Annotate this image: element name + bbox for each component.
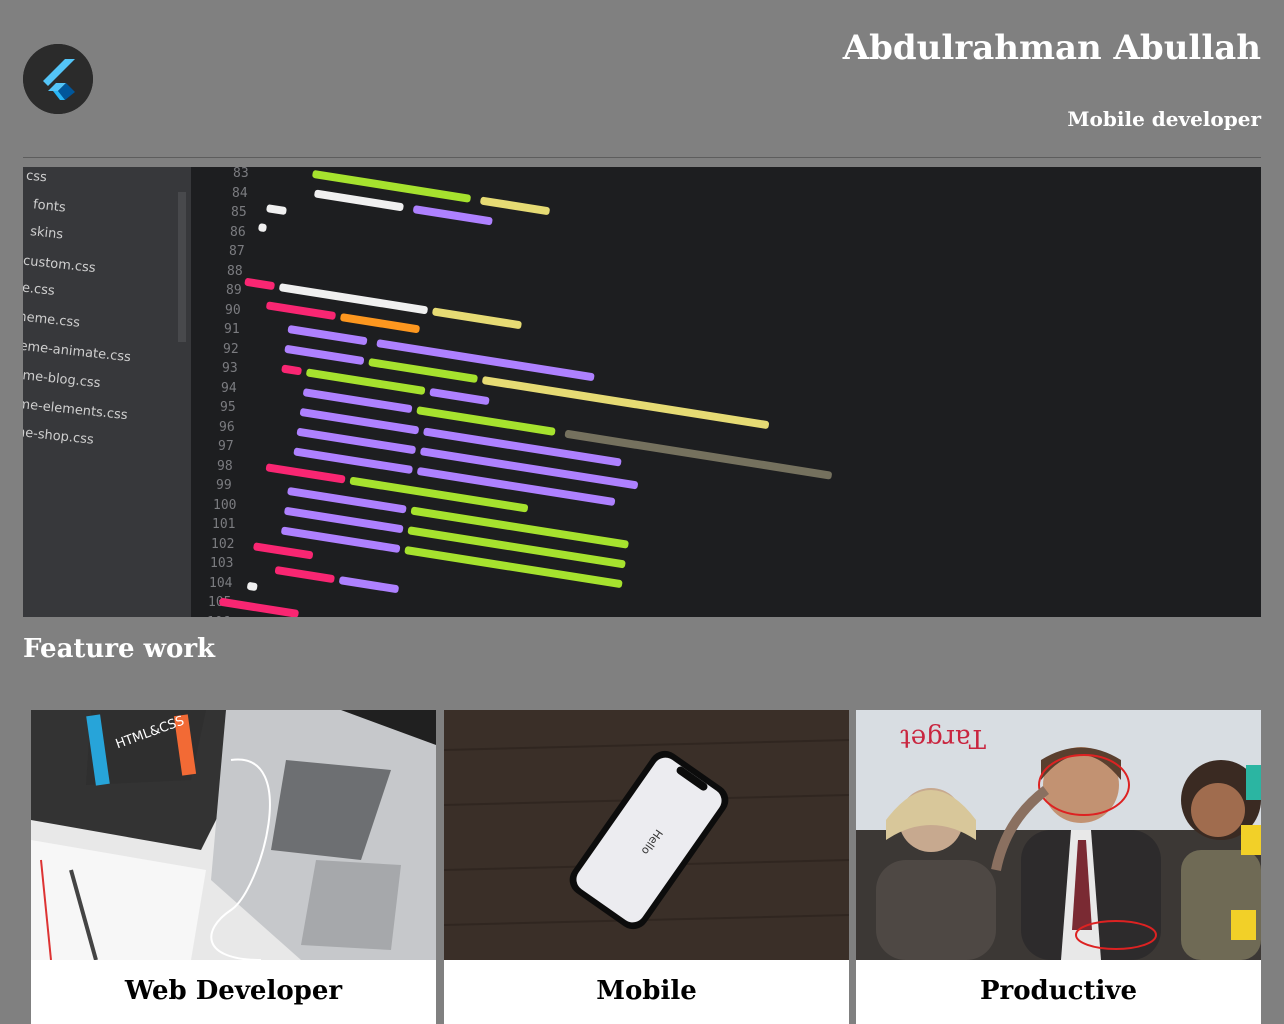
card-title: Mobile <box>596 976 697 1006</box>
line-number: 88 <box>227 264 243 279</box>
team-whiteboard-image: Target <box>856 710 1261 960</box>
section-title: Feature work <box>23 634 216 664</box>
line-number: 99 <box>216 478 232 493</box>
line-number: 91 <box>224 322 240 337</box>
line-number: 95 <box>220 400 236 415</box>
card-mobile[interactable]: Hello Mobile <box>444 710 849 1024</box>
line-number: 83 <box>233 167 249 181</box>
line-number: 103 <box>210 556 233 571</box>
line-number: 98 <box>217 459 233 474</box>
line-number: 97 <box>218 439 234 454</box>
job-title: Mobile developer <box>1067 107 1261 131</box>
smartphone-on-desk-image: Hello <box>444 710 849 960</box>
page-header: Abdulrahman Abullah Mobile developer <box>0 0 1284 158</box>
whiteboard-text: Target <box>900 723 986 753</box>
line-number: 93 <box>222 361 238 376</box>
line-number: 89 <box>226 283 242 298</box>
card-productive[interactable]: Target Productive <box>856 710 1261 1024</box>
line-number: 94 <box>221 381 237 396</box>
line-number: 87 <box>229 244 245 259</box>
line-number: 100 <box>213 498 236 513</box>
code-editor-image: css fonts skins custom.css ie.css theme.… <box>23 167 1261 617</box>
line-number: 90 <box>225 303 241 318</box>
header-divider <box>23 157 1261 158</box>
feature-cards: HTML&CSS Web Developer Hello Mobile Targ… <box>31 710 1261 1024</box>
line-number: 96 <box>219 420 235 435</box>
card-web-developer[interactable]: HTML&CSS Web Developer <box>31 710 436 1024</box>
flutter-logo-icon[interactable] <box>23 44 93 114</box>
laptop-notebook-image: HTML&CSS <box>31 710 436 960</box>
line-number: 92 <box>223 342 239 357</box>
line-number: 101 <box>212 517 235 532</box>
line-number: 106 <box>207 615 230 617</box>
line-number: 85 <box>231 205 247 220</box>
card-title: Productive <box>979 976 1138 1006</box>
sidebar-file: ie.css <box>23 280 56 299</box>
line-number: 86 <box>230 225 246 240</box>
card-title: Web Developer <box>124 976 343 1006</box>
line-number: 104 <box>209 576 233 591</box>
line-number: 102 <box>211 537 234 552</box>
sidebar-file: css <box>25 168 47 185</box>
page-title: Abdulrahman Abullah <box>842 28 1261 68</box>
line-number: 84 <box>232 186 248 201</box>
